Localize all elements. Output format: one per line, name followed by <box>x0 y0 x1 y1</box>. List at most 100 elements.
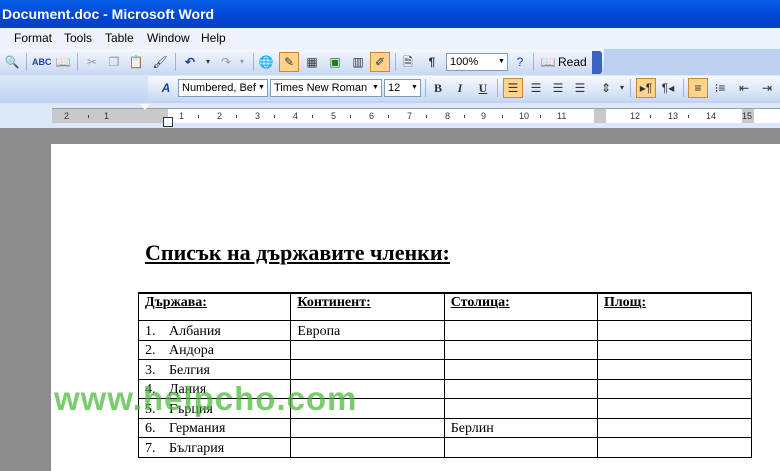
font-size-select[interactable]: 12 ▼ <box>384 79 421 97</box>
continent-cell[interactable] <box>290 359 445 380</box>
read-button[interactable]: Read <box>558 55 587 69</box>
menu-format[interactable]: Format <box>14 31 52 45</box>
line-spacing-icon[interactable]: ⇕ <box>598 80 614 96</box>
ruler-label: 14 <box>706 111 717 121</box>
capital-cell[interactable] <box>443 339 598 360</box>
menu-tools[interactable]: Tools <box>64 31 92 45</box>
align-right-icon[interactable]: ☰ <box>550 80 566 96</box>
undo-dropdown-icon[interactable]: ▾ <box>200 54 216 70</box>
countries-table[interactable]: Държава: Континент: Столица: Площ: 1. Алб… <box>137 292 753 458</box>
spelling-icon[interactable]: ABC <box>32 54 52 70</box>
bullets-icon[interactable]: ⁝≡ <box>712 80 728 96</box>
zoom-select[interactable]: 100% ▼ <box>446 53 508 71</box>
table-header-cell[interactable]: Държава: <box>137 292 292 321</box>
capital-cell[interactable]: Берлин <box>443 417 598 438</box>
country-cell[interactable]: 3. Белгия <box>137 359 292 380</box>
country-cell[interactable]: 2. Андора <box>137 339 292 360</box>
numbering-icon[interactable]: ≡ <box>688 78 708 98</box>
country-cell[interactable]: 6. Германия <box>137 417 292 438</box>
style-select[interactable]: Numbered, Bef ▼ <box>178 79 268 97</box>
rtl-paragraph-icon[interactable]: ¶◂ <box>660 80 676 96</box>
hyperlink-icon[interactable]: 🌐 <box>258 54 274 70</box>
zoom-value: 100% <box>450 56 479 68</box>
capital-cell[interactable] <box>443 378 598 399</box>
menu-window[interactable]: Window <box>147 31 190 45</box>
research-icon[interactable]: 📖 <box>55 54 71 70</box>
show-hide-icon[interactable]: ¶ <box>424 54 440 70</box>
first-line-indent-marker[interactable] <box>140 104 150 110</box>
capital-cell[interactable] <box>443 320 598 341</box>
ruler-label: 13 <box>668 111 679 121</box>
columns-icon[interactable]: ▥ <box>350 54 366 70</box>
ruler-label: 4 <box>293 111 299 121</box>
format-painter-icon[interactable]: 🖌 <box>152 54 168 70</box>
table-header-cell[interactable]: Столица: <box>443 292 598 321</box>
underline-button[interactable]: U <box>475 80 491 96</box>
ruler-label: 3 <box>255 111 261 121</box>
document-map-icon[interactable]: 🗎 <box>400 54 416 70</box>
font-size-value: 12 <box>388 82 401 94</box>
ltr-paragraph-icon[interactable]: ▸¶ <box>636 78 656 98</box>
undo-icon[interactable]: ↶ <box>182 54 198 70</box>
column-indent-marker[interactable] <box>280 116 290 122</box>
window-title: Document.doc - Microsoft Word <box>2 6 215 22</box>
area-cell[interactable] <box>596 339 753 360</box>
ruler-column-marker[interactable] <box>594 109 606 123</box>
capital-cell[interactable] <box>443 359 598 380</box>
align-center-icon[interactable]: ☰ <box>528 80 544 96</box>
style-value: Numbered, Bef <box>182 82 256 94</box>
horizontal-ruler[interactable]: 2 1 1 2 3 4 5 6 7 8 9 10 11 12 13 14 15 <box>52 108 780 123</box>
ruler-tick <box>540 115 541 118</box>
help-icon[interactable]: ? <box>512 54 528 70</box>
area-cell[interactable] <box>596 378 753 399</box>
country-cell[interactable]: 7. България <box>137 437 292 458</box>
capital-cell[interactable] <box>443 398 598 419</box>
paste-icon[interactable]: 📋 <box>128 54 144 70</box>
ruler-tick <box>198 115 199 118</box>
list-number: 7. <box>145 440 156 456</box>
bold-button[interactable]: B <box>430 80 446 96</box>
increase-indent-icon[interactable]: ⇥ <box>759 80 775 96</box>
styles-formatting-icon[interactable]: A <box>158 80 174 96</box>
continent-cell[interactable] <box>290 437 445 458</box>
continent-cell[interactable] <box>290 417 445 438</box>
toolbar-options-icon[interactable] <box>592 51 602 74</box>
redo-icon[interactable]: ↷ <box>218 54 234 70</box>
ruler-tick <box>350 115 351 118</box>
cut-icon[interactable]: ✂ <box>84 54 100 70</box>
tables-borders-icon[interactable]: ✎ <box>279 52 299 72</box>
toolbar-separator <box>26 53 27 71</box>
font-value: Times New Roman <box>274 82 368 94</box>
area-cell[interactable] <box>596 437 753 458</box>
toolbar-separator <box>497 79 498 97</box>
insert-excel-icon[interactable]: ▣ <box>327 54 343 70</box>
align-left-icon[interactable]: ☰ <box>503 78 523 98</box>
continent-cell[interactable]: Европа <box>290 320 445 341</box>
print-preview-icon[interactable]: 🔍 <box>4 54 20 70</box>
area-cell[interactable] <box>596 359 753 380</box>
title-bar: Document.doc - Microsoft Word <box>0 0 780 28</box>
ruler-label: 6 <box>369 111 375 121</box>
redo-dropdown-icon[interactable]: ▾ <box>234 54 250 70</box>
area-cell[interactable] <box>596 417 753 438</box>
italic-button[interactable]: I <box>452 80 468 96</box>
drawing-icon[interactable]: ✐ <box>370 52 390 72</box>
ruler-label: 1 <box>179 111 185 121</box>
area-cell[interactable] <box>596 320 753 341</box>
table-header-row: Държава: Континент: Столица: Площ: <box>137 292 753 321</box>
capital-cell[interactable] <box>443 437 598 458</box>
insert-table-icon[interactable]: ▦ <box>304 54 320 70</box>
table-header-cell[interactable]: Континент: <box>290 292 445 321</box>
menu-help[interactable]: Help <box>201 31 226 45</box>
menu-table[interactable]: Table <box>105 31 134 45</box>
area-cell[interactable] <box>596 398 753 419</box>
decrease-indent-icon[interactable]: ⇤ <box>736 80 752 96</box>
font-select[interactable]: Times New Roman ▼ <box>270 79 382 97</box>
line-spacing-dropdown-icon[interactable]: ▾ <box>614 80 630 96</box>
copy-icon[interactable]: ❐ <box>106 54 122 70</box>
table-header-cell[interactable]: Площ: <box>596 292 753 321</box>
continent-cell[interactable] <box>290 339 445 360</box>
country-cell[interactable]: 1. Албания <box>137 320 292 341</box>
justify-icon[interactable]: ☰ <box>572 80 588 96</box>
left-indent-marker[interactable] <box>163 117 173 127</box>
